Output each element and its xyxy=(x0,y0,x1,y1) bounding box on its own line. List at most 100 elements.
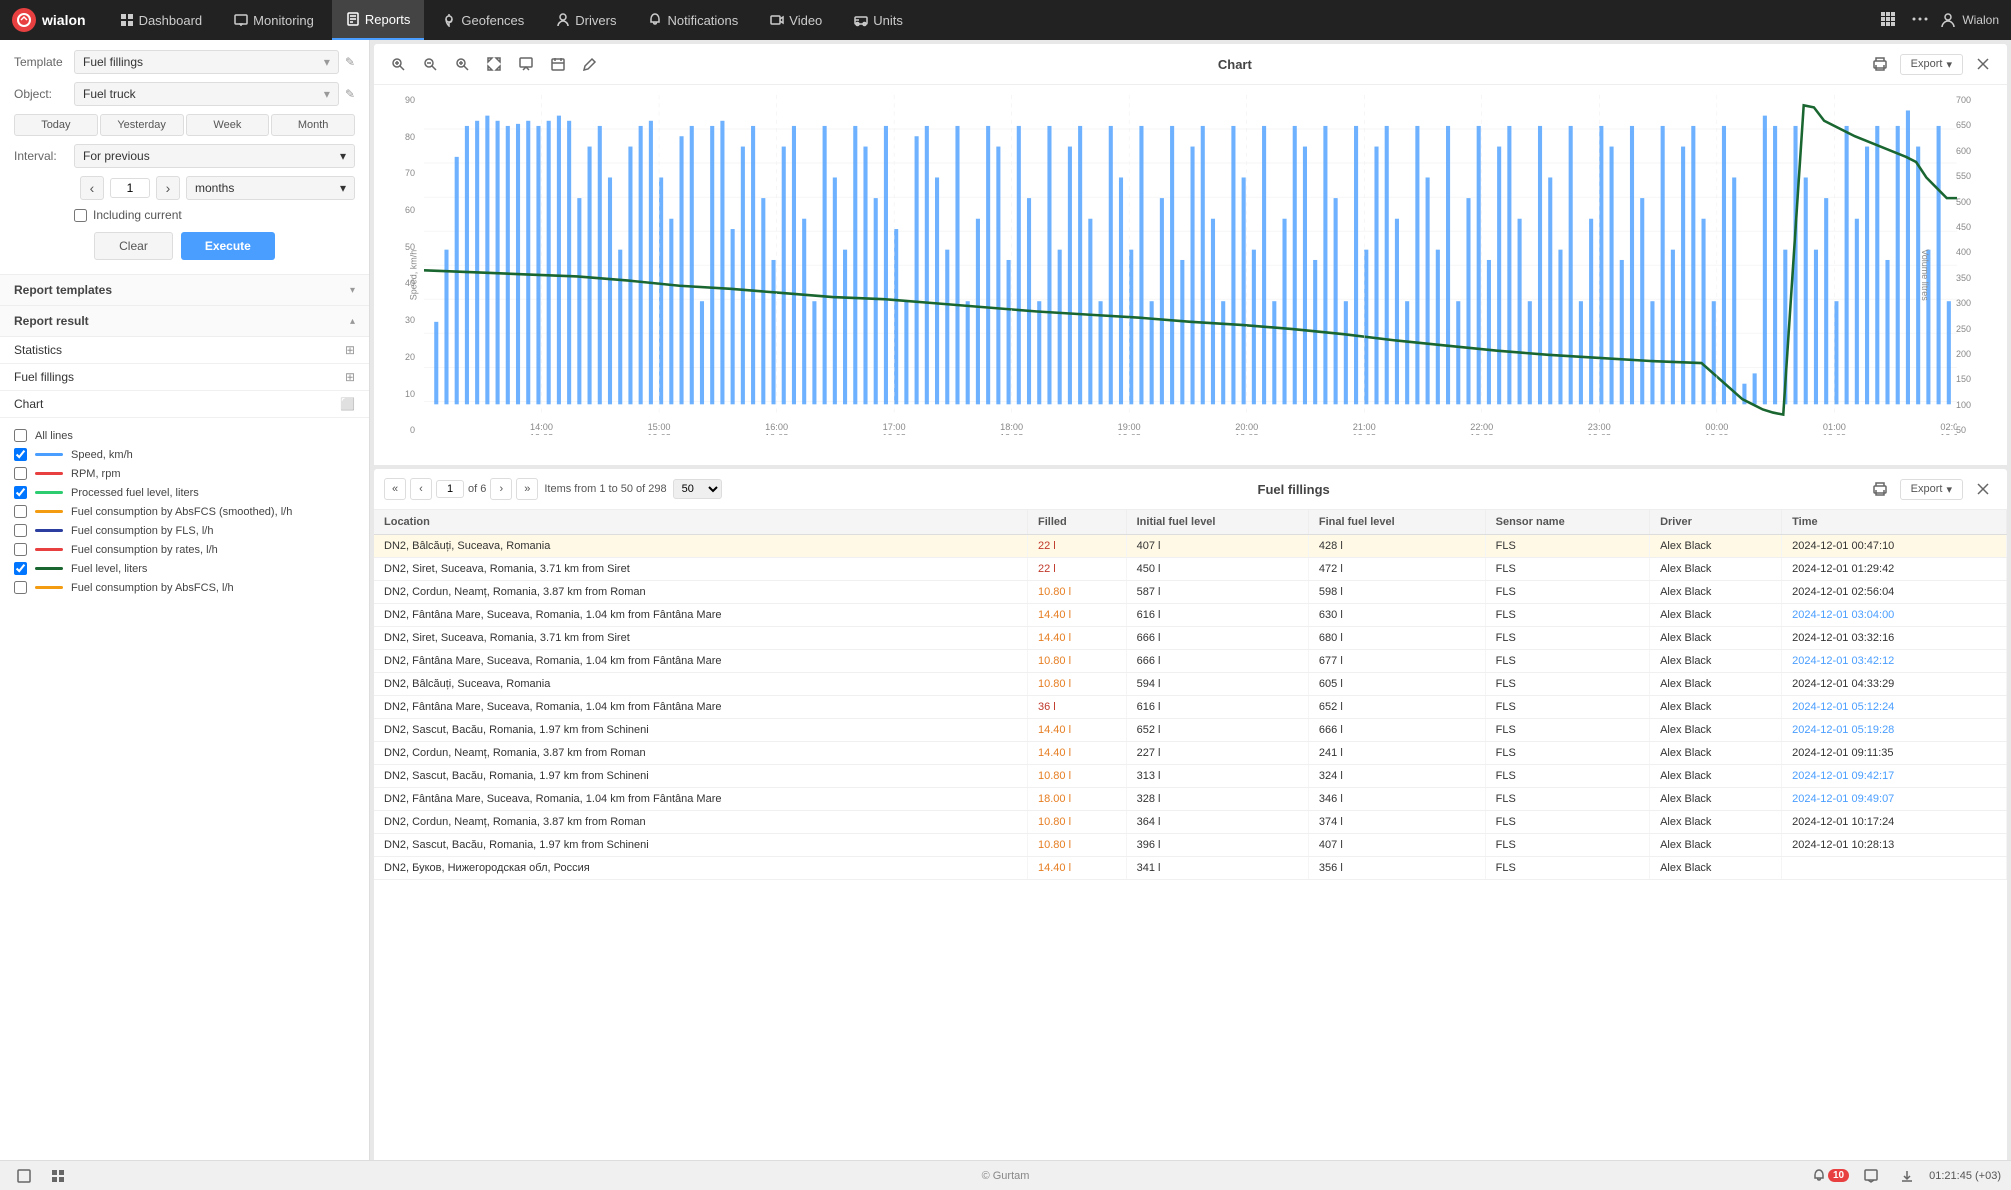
rates-checkbox[interactable] xyxy=(14,543,27,556)
tab-week[interactable]: Week xyxy=(186,114,270,136)
table-row[interactable]: DN2, Sascut, Bacău, Romania, 1.97 km fro… xyxy=(374,834,2007,857)
svg-text:12-09: 12-09 xyxy=(1823,432,1846,435)
cell-time[interactable]: 2024-12-01 03:04:00 xyxy=(1782,604,2007,627)
table-row[interactable]: DN2, Cordun, Neamț, Romania, 3.87 km fro… xyxy=(374,581,2007,604)
table-close-icon[interactable] xyxy=(1969,475,1997,503)
cell-final: 666 l xyxy=(1308,719,1485,742)
cell-time xyxy=(1782,857,2007,880)
fls-checkbox[interactable] xyxy=(14,524,27,537)
cell-time[interactable]: 2024-12-01 09:42:17 xyxy=(1782,765,2007,788)
clear-button[interactable]: Clear xyxy=(94,232,173,260)
cell-time[interactable]: 2024-12-01 03:42:12 xyxy=(1782,650,2007,673)
cell-filled: 10.80 l xyxy=(1028,765,1127,788)
calendar-icon[interactable] xyxy=(544,50,572,78)
apps-icon[interactable] xyxy=(1876,7,1900,34)
decrement-button[interactable]: ‹ xyxy=(80,176,104,200)
number-input[interactable] xyxy=(110,178,150,198)
notification-area[interactable]: 10 xyxy=(1812,1169,1849,1183)
first-page-button[interactable]: « xyxy=(384,478,406,500)
table-row[interactable]: DN2, Cordun, Neamț, Romania, 3.87 km fro… xyxy=(374,811,2007,834)
table-print-icon[interactable] xyxy=(1866,475,1894,503)
table-row[interactable]: DN2, Fântâna Mare, Suceava, Romania, 1.0… xyxy=(374,650,2007,673)
absfcs-checkbox[interactable] xyxy=(14,581,27,594)
unit-select[interactable]: months ▾ xyxy=(186,176,355,200)
chart-export-button[interactable]: Export ▾ xyxy=(1900,54,1963,75)
message-icon[interactable] xyxy=(1857,1162,1885,1190)
table-row[interactable]: DN2, Буков, Нижегородская обл, Россия 14… xyxy=(374,857,2007,880)
table-row[interactable]: DN2, Fântâna Mare, Suceava, Romania, 1.0… xyxy=(374,696,2007,719)
object-select[interactable]: Fuel truck ▾ xyxy=(74,82,339,106)
absfcs-smoothed-checkbox[interactable] xyxy=(14,505,27,518)
tab-today[interactable]: Today xyxy=(14,114,98,136)
table-row[interactable]: DN2, Fântâna Mare, Suceava, Romania, 1.0… xyxy=(374,788,2007,811)
report-templates-header[interactable]: Report templates ▾ xyxy=(0,275,369,306)
list-view-icon[interactable] xyxy=(10,1162,38,1190)
including-current-label[interactable]: Including current xyxy=(93,208,182,222)
cell-time[interactable]: 2024-12-01 05:19:28 xyxy=(1782,719,2007,742)
nav-units[interactable]: Units xyxy=(840,0,917,40)
object-row: Object: Fuel truck ▾ ✎ xyxy=(14,82,355,106)
zoom-reset-icon[interactable] xyxy=(448,50,476,78)
report-result-header[interactable]: Report result ▴ xyxy=(0,306,369,337)
result-item-fuel-fillings[interactable]: Fuel fillings ⊞ xyxy=(0,364,369,391)
zoom-out-icon[interactable] xyxy=(416,50,444,78)
zoom-in-icon[interactable] xyxy=(384,50,412,78)
nav-dashboard[interactable]: Dashboard xyxy=(106,0,217,40)
increment-button[interactable]: › xyxy=(156,176,180,200)
result-item-statistics[interactable]: Statistics ⊞ xyxy=(0,337,369,364)
print-icon[interactable] xyxy=(1866,50,1894,78)
close-icon[interactable] xyxy=(1969,50,1997,78)
expand-icon[interactable] xyxy=(480,50,508,78)
user-menu[interactable]: Wialon xyxy=(1940,12,1999,28)
table-row[interactable]: DN2, Siret, Suceava, Romania, 3.71 km fr… xyxy=(374,558,2007,581)
processed-fuel-checkbox[interactable] xyxy=(14,486,27,499)
table-row[interactable]: DN2, Cordun, Neamț, Romania, 3.87 km fro… xyxy=(374,742,2007,765)
tab-month[interactable]: Month xyxy=(271,114,355,136)
interval-select[interactable]: For previous ▾ xyxy=(74,144,355,168)
svg-text:21:00: 21:00 xyxy=(1353,422,1376,432)
table-row[interactable]: DN2, Fântâna Mare, Suceava, Romania, 1.0… xyxy=(374,604,2007,627)
rpm-checkbox[interactable] xyxy=(14,467,27,480)
next-page-button[interactable]: › xyxy=(490,478,512,500)
speed-checkbox[interactable] xyxy=(14,448,27,461)
pencil-icon[interactable] xyxy=(576,50,604,78)
y-axis-right-title: Volume litres xyxy=(1920,249,1930,301)
table-row[interactable]: DN2, Sascut, Bacău, Romania, 1.97 km fro… xyxy=(374,719,2007,742)
table-row[interactable]: DN2, Sascut, Bacău, Romania, 1.97 km fro… xyxy=(374,765,2007,788)
grid-view-icon[interactable] xyxy=(44,1162,72,1190)
page-number-input[interactable] xyxy=(436,480,464,498)
template-select[interactable]: Fuel fillings ▾ xyxy=(74,50,339,74)
result-item-chart[interactable]: Chart ⬜ xyxy=(0,391,369,418)
last-page-button[interactable]: » xyxy=(516,478,538,500)
nav-video[interactable]: Video xyxy=(756,0,836,40)
cell-time[interactable]: 2024-12-01 09:49:07 xyxy=(1782,788,2007,811)
nav-geofences[interactable]: Geofences xyxy=(428,0,538,40)
nav-notifications[interactable]: Notifications xyxy=(634,0,752,40)
all-lines-checkbox[interactable] xyxy=(14,429,27,442)
cell-time[interactable]: 2024-12-01 05:12:24 xyxy=(1782,696,2007,719)
nav-reports[interactable]: Reports xyxy=(332,0,425,40)
prev-page-button[interactable]: ‹ xyxy=(410,478,432,500)
table-row[interactable]: DN2, Bâlcăuți, Suceava, Romania 10.80 l … xyxy=(374,673,2007,696)
table-row[interactable]: DN2, Bâlcăuți, Suceava, Romania 22 l 407… xyxy=(374,535,2007,558)
template-edit-icon[interactable]: ✎ xyxy=(345,55,355,69)
execute-button[interactable]: Execute xyxy=(181,232,275,260)
fuel-level-checkbox[interactable] xyxy=(14,562,27,575)
tab-yesterday[interactable]: Yesterday xyxy=(100,114,184,136)
more-icon[interactable] xyxy=(1908,7,1932,34)
per-page-select[interactable]: 50 100 200 xyxy=(673,479,722,499)
table-export-button[interactable]: Export ▾ xyxy=(1900,479,1963,500)
table-icon-2: ⊞ xyxy=(345,370,355,384)
nav-drivers[interactable]: Drivers xyxy=(542,0,630,40)
cell-final: 324 l xyxy=(1308,765,1485,788)
svg-text:12-08: 12-08 xyxy=(765,432,788,435)
object-edit-icon[interactable]: ✎ xyxy=(345,87,355,101)
table-row[interactable]: DN2, Siret, Suceava, Romania, 3.71 km fr… xyxy=(374,627,2007,650)
cell-filled: 14.40 l xyxy=(1028,604,1127,627)
chat-icon[interactable] xyxy=(512,50,540,78)
download-icon[interactable] xyxy=(1893,1162,1921,1190)
app-logo[interactable]: wialon xyxy=(12,8,86,32)
nav-monitoring[interactable]: Monitoring xyxy=(220,0,328,40)
cell-final: 428 l xyxy=(1308,535,1485,558)
including-current-checkbox[interactable] xyxy=(74,209,87,222)
